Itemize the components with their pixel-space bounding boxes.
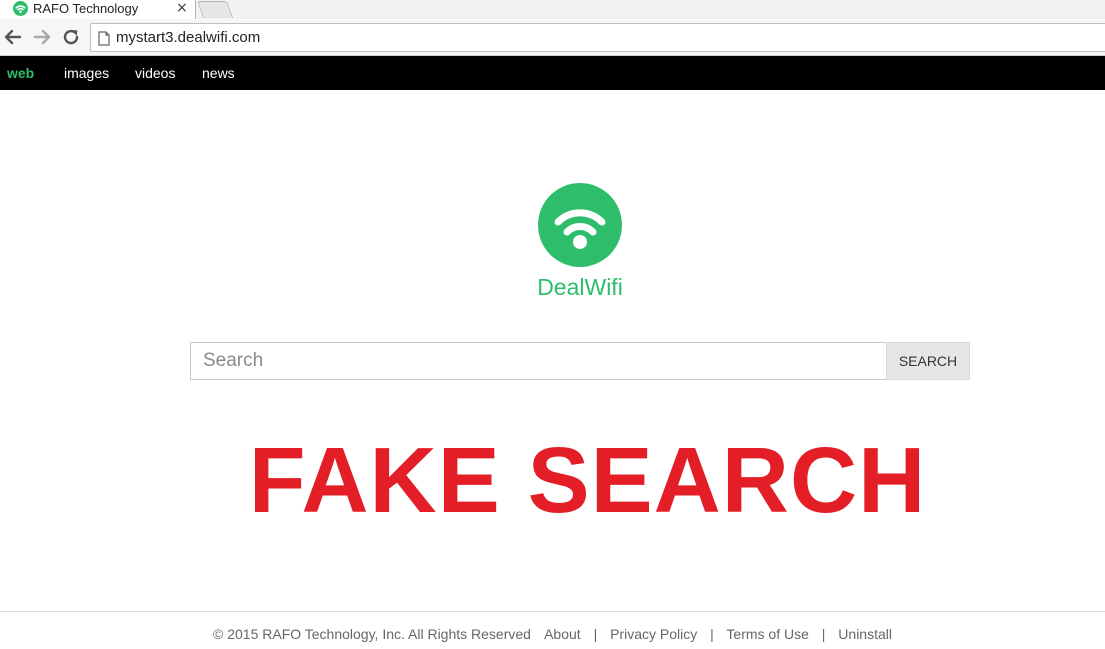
tab-close-icon[interactable]: × [176, 0, 188, 16]
nav-images-link[interactable]: images [64, 65, 109, 81]
address-bar[interactable]: mystart3.dealwifi.com [90, 23, 1105, 52]
back-arrow-icon[interactable] [3, 26, 23, 48]
footer: © 2015 RAFO Technology, Inc. All Rights … [0, 626, 1105, 642]
footer-divider [0, 611, 1105, 612]
footer-separator: | [710, 626, 714, 642]
tab-title: RAFO Technology [33, 1, 139, 16]
footer-about-link[interactable]: About [544, 626, 581, 642]
page-icon [98, 31, 110, 51]
dealwifi-logo [538, 183, 622, 267]
browser-toolbar: mystart3.dealwifi.com [0, 19, 1105, 56]
wifi-favicon-icon [13, 1, 28, 16]
nav-videos-link[interactable]: videos [135, 65, 175, 81]
reload-icon[interactable] [61, 26, 81, 48]
footer-separator: | [821, 626, 826, 642]
site-nav-bar: web images videos news [0, 56, 1105, 90]
search-input[interactable] [190, 342, 887, 380]
footer-terms-link[interactable]: Terms of Use [726, 626, 808, 642]
url-text[interactable]: mystart3.dealwifi.com [116, 29, 260, 46]
new-tab-button[interactable] [196, 1, 234, 18]
brand-name: DealWifi [537, 274, 623, 300]
copyright-text: © 2015 RAFO Technology, Inc. All Rights … [213, 626, 531, 642]
footer-separator: | [593, 626, 598, 642]
footer-privacy-link[interactable]: Privacy Policy [610, 626, 697, 642]
browser-tab[interactable]: RAFO Technology × [0, 0, 196, 19]
forward-arrow-icon[interactable] [32, 26, 52, 48]
tab-strip: RAFO Technology × [0, 0, 1105, 19]
footer-uninstall-link[interactable]: Uninstall [838, 626, 892, 642]
fake-search-stamp: FAKE SEARCH [248, 428, 927, 532]
wifi-icon [554, 209, 606, 249]
nav-web-link[interactable]: web [7, 65, 34, 81]
search-button[interactable]: SEARCH [886, 342, 970, 380]
nav-news-link[interactable]: news [202, 65, 235, 81]
